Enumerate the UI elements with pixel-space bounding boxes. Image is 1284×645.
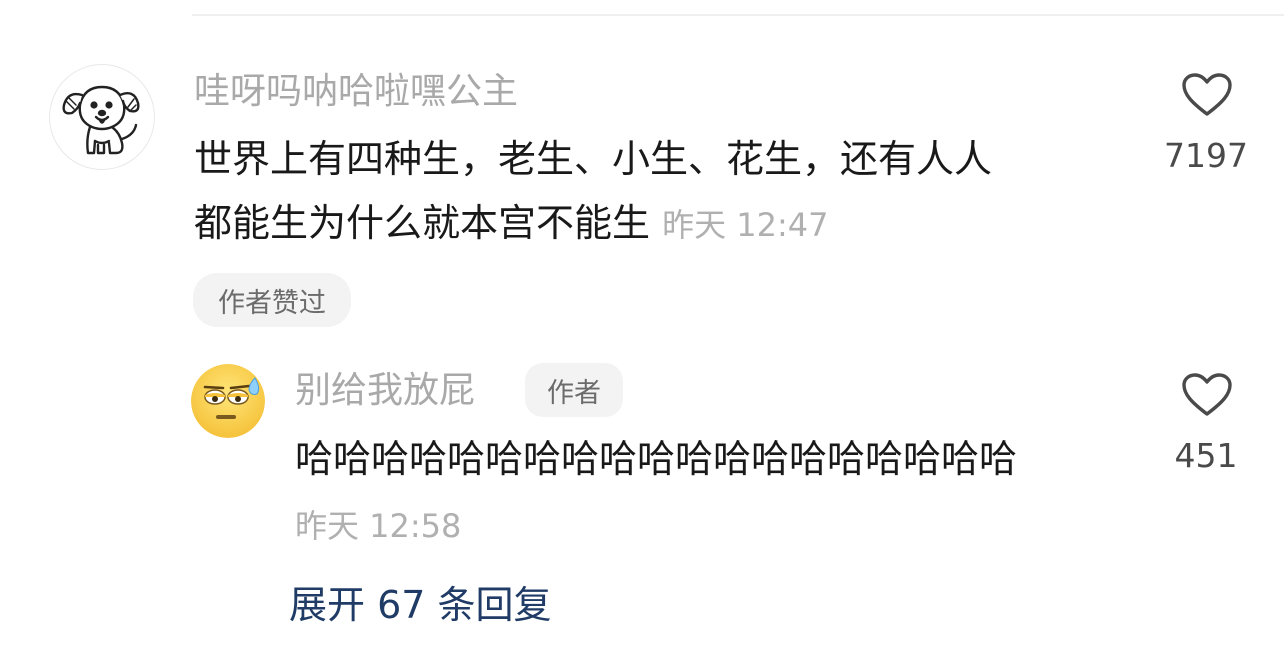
comment-text-line2-row: 都能生为什么就本宫不能生 昨天 12:47 bbox=[194, 192, 829, 256]
reply-text: 哈哈哈哈哈哈哈哈哈哈哈哈哈哈哈哈哈哈哈 bbox=[295, 437, 1018, 481]
author-badge: 作者 bbox=[525, 363, 623, 417]
heart-icon[interactable] bbox=[1181, 72, 1233, 118]
sweating-emoji-avatar-icon[interactable] bbox=[191, 364, 265, 438]
reply-timestamp-row: 昨天 12:58 bbox=[295, 506, 461, 552]
dog-avatar-icon[interactable] bbox=[49, 64, 155, 170]
heart-icon[interactable] bbox=[1181, 372, 1233, 418]
top-divider bbox=[192, 14, 1284, 16]
reply-timestamp: 昨天 12:58 bbox=[295, 507, 462, 545]
comment-text-line1: 世界上有四种生，老生、小生、花生，还有人人 bbox=[194, 137, 993, 181]
comment-username[interactable]: 哇呀吗呐哈啦嘿公主 bbox=[194, 70, 518, 114]
reply-username[interactable]: 别给我放屁 bbox=[295, 369, 475, 413]
expand-replies-link[interactable]: 展开 67 条回复 bbox=[289, 580, 552, 630]
comment-timestamp: 昨天 12:47 bbox=[662, 206, 829, 244]
comment-like-count: 7197 bbox=[1164, 136, 1248, 175]
comment-text-line2: 都能生为什么就本宫不能生 bbox=[194, 201, 651, 245]
reply-like-count: 451 bbox=[1174, 436, 1238, 475]
author-liked-tag: 作者赞过 bbox=[193, 273, 351, 327]
